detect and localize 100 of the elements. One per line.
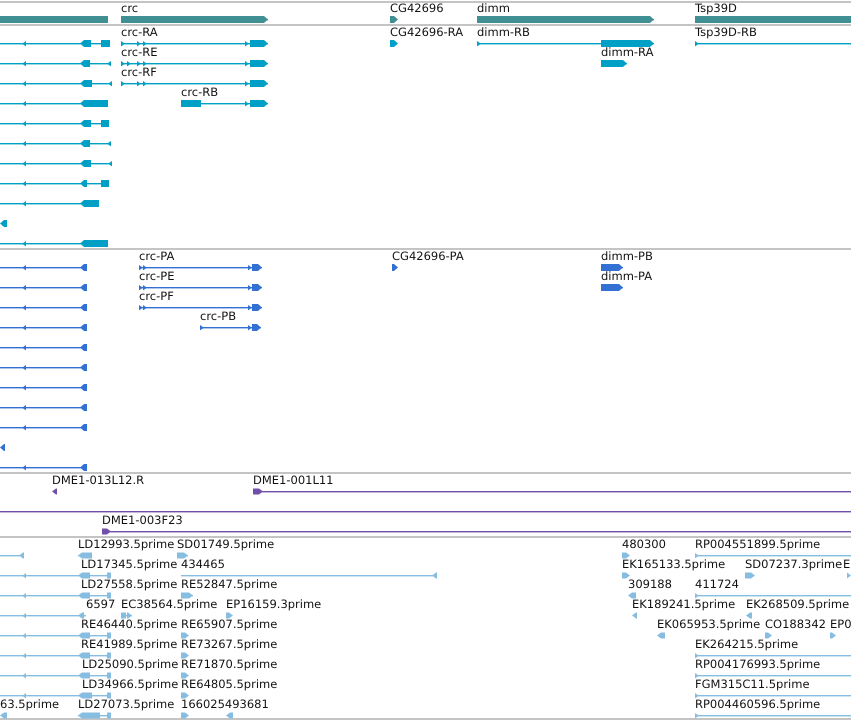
feature-label: EP16159.3prime — [226, 598, 322, 611]
feature-label: dimm-RB — [477, 26, 530, 39]
gene-glyph[interactable] — [695, 15, 851, 24]
feature-label: RE64805.5prime — [181, 678, 278, 691]
feature-label: RE73267.5prime — [181, 638, 278, 651]
protein-glyph[interactable] — [139, 283, 262, 292]
feature-label: RE65907.5prime — [181, 618, 278, 631]
protein-glyph[interactable] — [0, 323, 87, 332]
transcript-glyph[interactable] — [0, 139, 110, 148]
feature-label: DME1-003F23 — [102, 514, 183, 527]
protein-glyph[interactable] — [139, 263, 262, 272]
transcript-glyph[interactable] — [0, 159, 111, 168]
transcript-glyph[interactable] — [0, 239, 108, 248]
feature-label: DME1-001L11 — [253, 474, 334, 487]
gene-glyph[interactable] — [477, 15, 654, 24]
feature-label: LD34966.5prime — [82, 678, 178, 691]
clone-glyph[interactable] — [52, 487, 57, 496]
feature-label: crc-RF — [121, 66, 157, 79]
clone-glyph[interactable] — [253, 487, 851, 496]
feature-label: dimm — [477, 2, 510, 15]
feature-label: 480300 — [622, 538, 666, 551]
protein-glyph[interactable] — [200, 323, 261, 332]
feature-label: LD12993.5prime — [78, 538, 174, 551]
feature-label: FGM315C11.5prime — [695, 678, 810, 691]
feature-label: RE52847.5prime — [181, 578, 278, 591]
feature-label: crc-PE — [139, 270, 174, 283]
protein-glyph[interactable] — [0, 463, 87, 472]
est-glyph[interactable] — [181, 671, 189, 680]
feature-label: EK065953.5prime — [657, 618, 760, 631]
gene-glyph[interactable] — [390, 15, 398, 24]
feature-label: EC38564.5prime — [121, 598, 218, 611]
transcript-glyph[interactable] — [601, 59, 627, 68]
est-glyph[interactable] — [622, 551, 630, 560]
feature-label: CG42696 — [390, 2, 444, 15]
protein-glyph[interactable] — [0, 423, 87, 432]
feature-label: dimm-PB — [601, 250, 653, 263]
feature-label: RE41989.5prime — [81, 638, 178, 651]
feature-label: RP004176993.5prime — [695, 658, 820, 671]
feature-label: crc-PF — [139, 290, 174, 303]
est-glyph[interactable] — [181, 651, 189, 660]
feature-label: crc-PB — [200, 310, 236, 323]
feature-label: 309188 — [628, 578, 672, 591]
feature-label: Tsp39D — [695, 2, 737, 15]
protein-glyph[interactable] — [0, 363, 87, 372]
protein-glyph[interactable] — [601, 283, 623, 292]
transcript-glyph[interactable] — [0, 59, 111, 68]
transcript-glyph[interactable] — [0, 119, 109, 128]
feature-label: EK268509.5prime — [746, 598, 850, 611]
transcript-glyph[interactable] — [0, 179, 109, 188]
gene-glyph[interactable] — [0, 15, 108, 24]
transcript-glyph[interactable] — [477, 39, 654, 48]
transcript-glyph[interactable] — [0, 99, 108, 108]
feature-label: SD01749.5prime — [177, 538, 274, 551]
transcript-glyph[interactable] — [695, 39, 851, 48]
feature-label: RE46440.5prime — [81, 618, 178, 631]
transcript-glyph[interactable] — [121, 39, 268, 48]
feature-label: crc-RE — [121, 46, 158, 59]
feature-label: E — [843, 558, 850, 571]
clone-glyph[interactable] — [102, 527, 851, 536]
protein-glyph[interactable] — [139, 303, 262, 312]
feature-label: 434465 — [181, 558, 225, 571]
feature-label: EK189241.5prime — [632, 598, 736, 611]
feature-label: crc-RA — [121, 26, 158, 39]
transcript-glyph[interactable] — [0, 79, 111, 88]
feature-label: 166025493681 — [181, 698, 269, 711]
transcript-glyph[interactable] — [121, 59, 268, 68]
protein-glyph[interactable] — [0, 383, 87, 392]
feature-label: LD27558.5prime — [81, 578, 178, 591]
transcript-glyph[interactable] — [121, 79, 268, 88]
transcript-glyph[interactable] — [181, 99, 268, 108]
protein-glyph[interactable] — [601, 263, 623, 272]
feature-label: 411724 — [695, 578, 739, 591]
feature-label: 6597 — [86, 598, 116, 611]
feature-label: RE71870.5prime — [181, 658, 278, 671]
est-glyph[interactable] — [226, 611, 233, 620]
protein-glyph[interactable] — [392, 263, 398, 272]
feature-label: EP0 — [830, 618, 851, 631]
feature-label: RP004551899.5prime — [695, 538, 820, 551]
feature-label: crc-RB — [181, 86, 218, 99]
protein-glyph[interactable] — [0, 403, 87, 412]
feature-label: LD17345.5prime — [81, 558, 178, 571]
feature-label: crc — [121, 2, 138, 15]
transcript-glyph[interactable] — [0, 39, 110, 48]
gene-glyph[interactable] — [121, 15, 268, 24]
feature-label: LD27073.5prime — [78, 698, 174, 711]
feature-label: EK165133.5prime — [622, 558, 726, 571]
feature-label: EK264215.5prime — [695, 638, 798, 651]
est-glyph[interactable] — [181, 631, 189, 640]
protein-glyph[interactable] — [0, 283, 87, 292]
feature-label: crc-PA — [139, 250, 174, 263]
transcript-glyph[interactable] — [390, 39, 398, 48]
feature-label: SD07237.3prime — [745, 558, 842, 571]
transcript-glyph[interactable] — [0, 199, 99, 208]
feature-label: CG42696-PA — [392, 250, 464, 263]
protein-glyph[interactable] — [0, 303, 87, 312]
feature-label: CO188342 — [765, 618, 826, 631]
protein-glyph[interactable] — [0, 343, 87, 352]
protein-glyph[interactable] — [0, 263, 87, 272]
protein-glyph[interactable] — [0, 443, 5, 452]
transcript-glyph[interactable] — [0, 219, 7, 228]
